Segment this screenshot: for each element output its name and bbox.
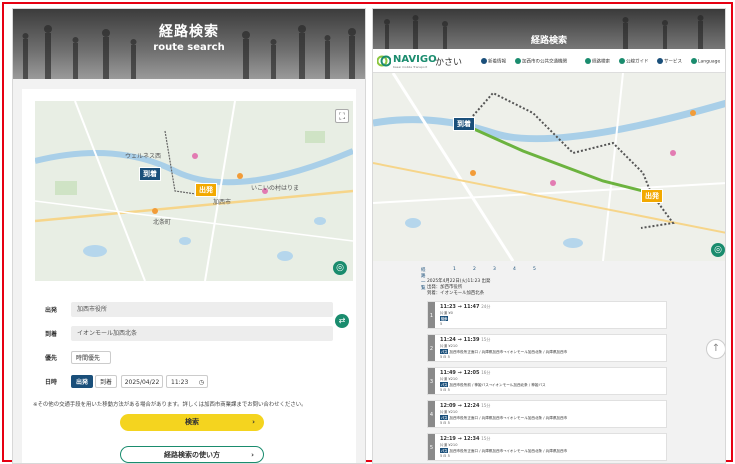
route-results-screen: 経路検索 NAVIGO かさい Kasai mobile Transport 新…: [372, 8, 726, 464]
service-icon: [657, 58, 663, 64]
info-icon: [481, 58, 487, 64]
nav-route-search[interactable]: 経路検索: [585, 58, 610, 65]
site-header: NAVIGO かさい Kasai mobile Transport 新着情報 加…: [373, 49, 725, 73]
howto-button[interactable]: 経路検索の使い方 ›: [120, 446, 264, 463]
bus-icon: バス: [440, 415, 449, 420]
time-value: 11:23: [171, 379, 189, 386]
route-page-5[interactable]: 5: [533, 267, 536, 272]
hero-banner: 経路検索: [373, 9, 725, 49]
arrow-up-icon: ↑: [711, 343, 721, 354]
nav-language[interactable]: Language: [691, 58, 720, 65]
datetime-row: 日時 出発 到着 2025/04/22 11:23 ◷: [35, 374, 343, 389]
map-canvas: [373, 73, 725, 261]
priority-row: 優先 時間優先: [35, 350, 343, 365]
priority-label: 優先: [45, 355, 58, 362]
map-canvas: [35, 101, 353, 281]
mode-departure-tab[interactable]: 出発: [71, 375, 93, 388]
nav-public-transport[interactable]: 加西市の公共交通機関: [515, 58, 567, 65]
bus-icon: バス: [440, 349, 449, 354]
person-icon: [619, 58, 625, 64]
globe-icon: [691, 58, 697, 64]
page-subtitle: route search: [153, 42, 225, 53]
departure-pin[interactable]: 出発: [641, 189, 663, 203]
walk-icon: 徒歩: [440, 316, 449, 321]
arrival-input[interactable]: イオンモール加西北条: [71, 326, 333, 341]
map-label: 加西市: [213, 199, 232, 206]
page-title: 経路検索: [530, 36, 567, 46]
route-item[interactable]: 4 12:09 → 12:24 15分 片道 ¥210 バス 加西市役所正面口 /…: [427, 400, 667, 428]
clock-icon: ◷: [198, 379, 204, 386]
search-summary: 2025年4月22日(火)11:23 出発 出発：加西市役所 到着：イオンモール…: [427, 279, 490, 297]
route-item[interactable]: 5 12:19 → 12:34 15分 片道 ¥210 バス 加西市役所正面口 /…: [427, 433, 667, 461]
bus-icon: [515, 58, 521, 64]
notice-text: ※その他の交通手段を用いた移動方法がある場合があります。詳しくは加西市商業課まで…: [33, 402, 307, 408]
datetime-label: 日時: [45, 379, 58, 386]
arrival-label: 到着: [45, 331, 58, 338]
route-search-form-screen: 経路検索 route search 到着 出発 加西市 いこいの村はりま 北条町…: [12, 8, 366, 464]
swap-icon[interactable]: ⇄: [335, 314, 349, 328]
map-label: ウェルネス西: [125, 153, 162, 160]
route-list-tab[interactable]: 経路一覧: [421, 267, 426, 291]
logo-subtext: Kasai mobile Transport: [393, 65, 428, 69]
search-button[interactable]: 検索 ›: [120, 414, 264, 431]
map-label: いこいの村はりま: [251, 185, 300, 192]
navigo-logo[interactable]: NAVIGO かさい Kasai mobile Transport: [377, 53, 469, 69]
howto-button-label: 経路検索の使い方: [164, 451, 220, 459]
route-icon: [585, 58, 591, 64]
route-page-2[interactable]: 2: [473, 267, 476, 272]
departure-input[interactable]: 加西市役所: [71, 302, 333, 317]
hero-banner: 経路検索 route search: [13, 9, 365, 79]
route-item[interactable]: 2 11:24 → 11:39 15分 片道 ¥210 バス 加西市役所正面口 /…: [427, 334, 667, 362]
nav-news[interactable]: 新着情報: [481, 58, 506, 65]
nav-service[interactable]: サービス: [657, 58, 682, 65]
logo-mark-icon: [377, 55, 391, 67]
bus-icon: バス: [440, 448, 449, 453]
arrival-pin[interactable]: 到着: [139, 167, 161, 181]
route-map[interactable]: 到着 出発 加西市 いこいの村はりま 北条町 ウェルネス西 ⛶ ◎: [35, 101, 353, 281]
date-input[interactable]: 2025/04/22: [121, 375, 163, 388]
route-item[interactable]: 1 11:23 → 11:47 24分 片道 ¥0 徒歩 5: [427, 301, 667, 329]
logo-city: かさい: [435, 58, 463, 68]
logo-text: NAVIGO: [393, 54, 437, 65]
departure-row: 出発 加西市役所: [35, 302, 343, 317]
route-item[interactable]: 3 11:49 → 12:05 16分 片道 ¥210 バス 加西市役所前 / 神…: [427, 367, 667, 395]
route-page-4[interactable]: 4: [513, 267, 516, 272]
departure-pin[interactable]: 出発: [195, 183, 217, 197]
summary-arrival: 到着：イオンモール加西北条: [427, 291, 485, 296]
chevron-right-icon: ›: [251, 451, 254, 459]
page-title: 経路検索: [159, 24, 219, 40]
bus-icon: バス: [440, 382, 449, 387]
chevron-right-icon: ›: [252, 418, 255, 426]
mode-arrival-tab[interactable]: 到着: [95, 375, 117, 388]
locate-icon[interactable]: ◎: [333, 261, 347, 275]
departure-label: 出発: [45, 307, 58, 314]
search-button-label: 検索: [185, 418, 199, 426]
priority-select[interactable]: 時間優先: [71, 351, 111, 364]
route-map[interactable]: 到着 出発 ◎: [373, 73, 725, 261]
route-page-3[interactable]: 3: [493, 267, 496, 272]
map-label: 北条町: [153, 219, 172, 226]
fullscreen-icon[interactable]: ⛶: [335, 109, 349, 123]
arrival-pin[interactable]: 到着: [453, 117, 475, 131]
time-input[interactable]: 11:23 ◷: [166, 375, 208, 388]
nav-line-guide[interactable]: 公線ガイド: [619, 58, 649, 65]
arrival-row: 到着 イオンモール加西北条: [35, 326, 343, 341]
scroll-top-button[interactable]: ↑: [706, 339, 725, 359]
route-page-1[interactable]: 1: [453, 267, 456, 272]
locate-icon[interactable]: ◎: [711, 243, 725, 257]
